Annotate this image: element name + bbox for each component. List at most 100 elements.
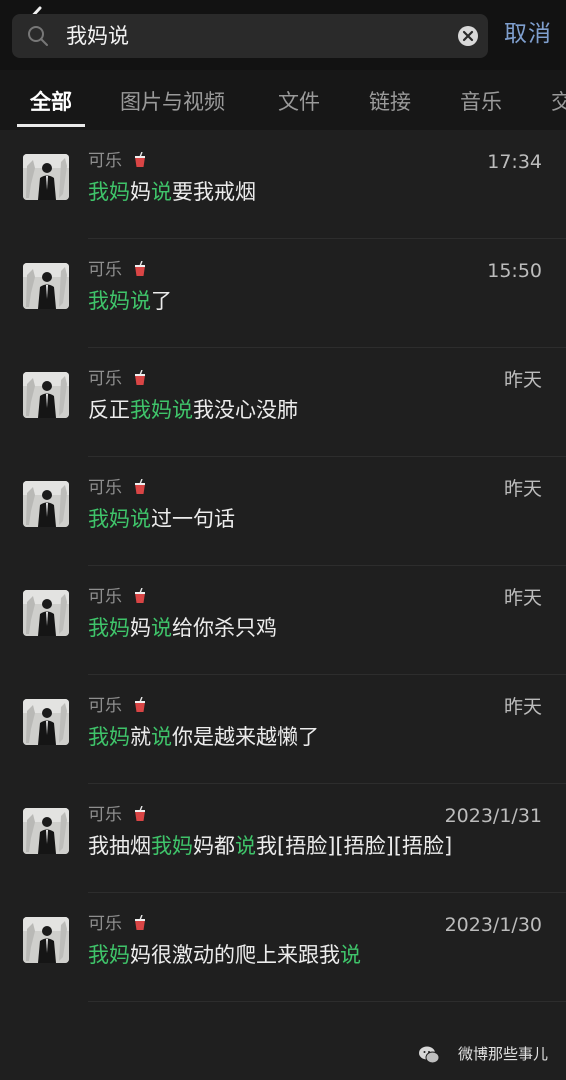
sender-name: 可乐: [88, 259, 147, 281]
wechat-logo-icon: [419, 1046, 440, 1064]
sender-name: 可乐: [88, 804, 147, 826]
message-text: 我妈妈很激动的爬上来跟我说: [88, 941, 361, 969]
message-time: 15:50: [487, 260, 542, 282]
message-fragment: 我[捂脸][捂脸][捂脸]: [256, 834, 453, 858]
keyword-highlight: 我妈: [88, 180, 130, 204]
sender-name-text: 可乐: [88, 260, 122, 280]
cancel-button[interactable]: 取消: [504, 18, 552, 50]
tab-music[interactable]: 音乐: [460, 88, 502, 116]
sender-name: 可乐: [88, 477, 147, 499]
message-time: 2023/1/30: [444, 914, 542, 936]
avatar: [23, 590, 69, 636]
message-text: 我妈妈说要我戒烟: [88, 178, 256, 206]
sender-name-text: 可乐: [88, 696, 122, 716]
message-fragment: 妈: [130, 616, 151, 640]
divider: [88, 1001, 566, 1002]
message-time: 17:34: [487, 151, 542, 173]
keyword-highlight: 说: [235, 834, 256, 858]
message-text: 我妈说过一句话: [88, 505, 235, 533]
avatar: [23, 917, 69, 963]
list-item[interactable]: 可乐 2023/1/30 我妈妈很激动的爬上来跟我说: [0, 893, 566, 1002]
sender-name: 可乐: [88, 913, 147, 935]
sender-name-text: 可乐: [88, 478, 122, 498]
keyword-highlight: 说: [151, 725, 172, 749]
drink-cup-emoji-icon: [135, 588, 146, 603]
list-item[interactable]: 可乐 昨天我妈说过一句话: [0, 457, 566, 566]
keyword-highlight: 我妈: [88, 943, 130, 967]
keyword-highlight: 我妈说: [88, 289, 151, 313]
tab-all[interactable]: 全部: [30, 88, 72, 116]
sender-name-text: 可乐: [88, 805, 122, 825]
tab-files[interactable]: 文件: [278, 88, 320, 116]
message-fragment: 过一句话: [151, 507, 235, 531]
drink-cup-emoji-icon: [135, 479, 146, 494]
message-time: 昨天: [503, 696, 542, 718]
keyword-highlight: 说: [340, 943, 361, 967]
search-header: 我妈说 取消: [0, 0, 566, 70]
message-text: 我抽烟我妈妈都说我[捂脸][捂脸][捂脸]: [88, 832, 452, 860]
drink-cup-emoji-icon: [135, 261, 146, 276]
search-icon: [28, 26, 48, 46]
drink-cup-emoji-icon: [135, 806, 146, 821]
clear-icon[interactable]: [456, 24, 480, 48]
filter-tabs: 全部 图片与视频 文件 链接 音乐 交: [0, 70, 566, 130]
avatar: [23, 372, 69, 418]
message-fragment: 要我戒烟: [172, 180, 256, 204]
sender-name-text: 可乐: [88, 369, 122, 389]
sender-name-text: 可乐: [88, 587, 122, 607]
keyword-highlight: 说: [151, 180, 172, 204]
avatar: [23, 481, 69, 527]
message-time: 2023/1/31: [444, 805, 542, 827]
keyword-highlight: 我妈: [88, 616, 130, 640]
sender-name-text: 可乐: [88, 914, 122, 934]
list-item[interactable]: 可乐 昨天我妈妈说给你杀只鸡: [0, 566, 566, 675]
list-item[interactable]: 可乐 15:50 我妈说了: [0, 239, 566, 348]
tab-images-videos[interactable]: 图片与视频: [120, 88, 225, 116]
message-fragment: 妈: [130, 180, 151, 204]
message-fragment: 我抽烟: [88, 834, 151, 858]
message-text: 反正我妈说我没心没肺: [88, 396, 298, 424]
message-time: 昨天: [503, 587, 542, 609]
message-fragment: 你是越来越懒了: [172, 725, 319, 749]
drink-cup-emoji-icon: [135, 152, 146, 167]
keyword-highlight: 我妈说: [130, 398, 193, 422]
search-input[interactable]: 我妈说: [12, 14, 488, 58]
message-time: 昨天: [503, 369, 542, 391]
avatar: [23, 263, 69, 309]
sender-name-text: 可乐: [88, 151, 122, 171]
avatar: [23, 699, 69, 745]
tab-transactions[interactable]: 交: [551, 88, 566, 116]
avatar: [23, 154, 69, 200]
message-fragment: 我没心没肺: [193, 398, 298, 422]
list-item[interactable]: 可乐 17:34 我妈妈说要我戒烟: [0, 130, 566, 239]
avatar: [23, 808, 69, 854]
list-item[interactable]: 可乐 昨天我妈就说你是越来越懒了: [0, 675, 566, 784]
message-fragment: 了: [151, 289, 172, 313]
tab-links[interactable]: 链接: [369, 88, 411, 116]
keyword-highlight: 我妈: [88, 725, 130, 749]
sender-name: 可乐: [88, 150, 147, 172]
list-item[interactable]: 可乐 昨天反正我妈说我没心没肺: [0, 348, 566, 457]
message-fragment: 妈很激动的爬上来跟我: [130, 943, 340, 967]
sender-name: 可乐: [88, 368, 147, 390]
keyword-highlight: 我妈说: [88, 507, 151, 531]
search-query-text: 我妈说: [66, 24, 129, 48]
keyword-highlight: 我妈: [151, 834, 193, 858]
active-tab-indicator: [17, 124, 85, 127]
sender-name: 可乐: [88, 695, 147, 717]
drink-cup-emoji-icon: [135, 697, 146, 712]
message-fragment: 妈都: [193, 834, 235, 858]
message-text: 我妈就说你是越来越懒了: [88, 723, 319, 751]
watermark-text: 微博那些事儿: [457, 1045, 548, 1063]
message-text: 我妈说了: [88, 287, 172, 315]
message-fragment: 就: [130, 725, 151, 749]
message-time: 昨天: [503, 478, 542, 500]
list-item[interactable]: 可乐 2023/1/31 我抽烟我妈妈都说我[捂脸][捂脸][捂脸]: [0, 784, 566, 893]
message-fragment: 反正: [88, 398, 130, 422]
sender-name: 可乐: [88, 586, 147, 608]
drink-cup-emoji-icon: [135, 370, 146, 385]
message-fragment: 给你杀只鸡: [172, 616, 277, 640]
keyword-highlight: 说: [151, 616, 172, 640]
message-text: 我妈妈说给你杀只鸡: [88, 614, 277, 642]
drink-cup-emoji-icon: [135, 915, 146, 930]
